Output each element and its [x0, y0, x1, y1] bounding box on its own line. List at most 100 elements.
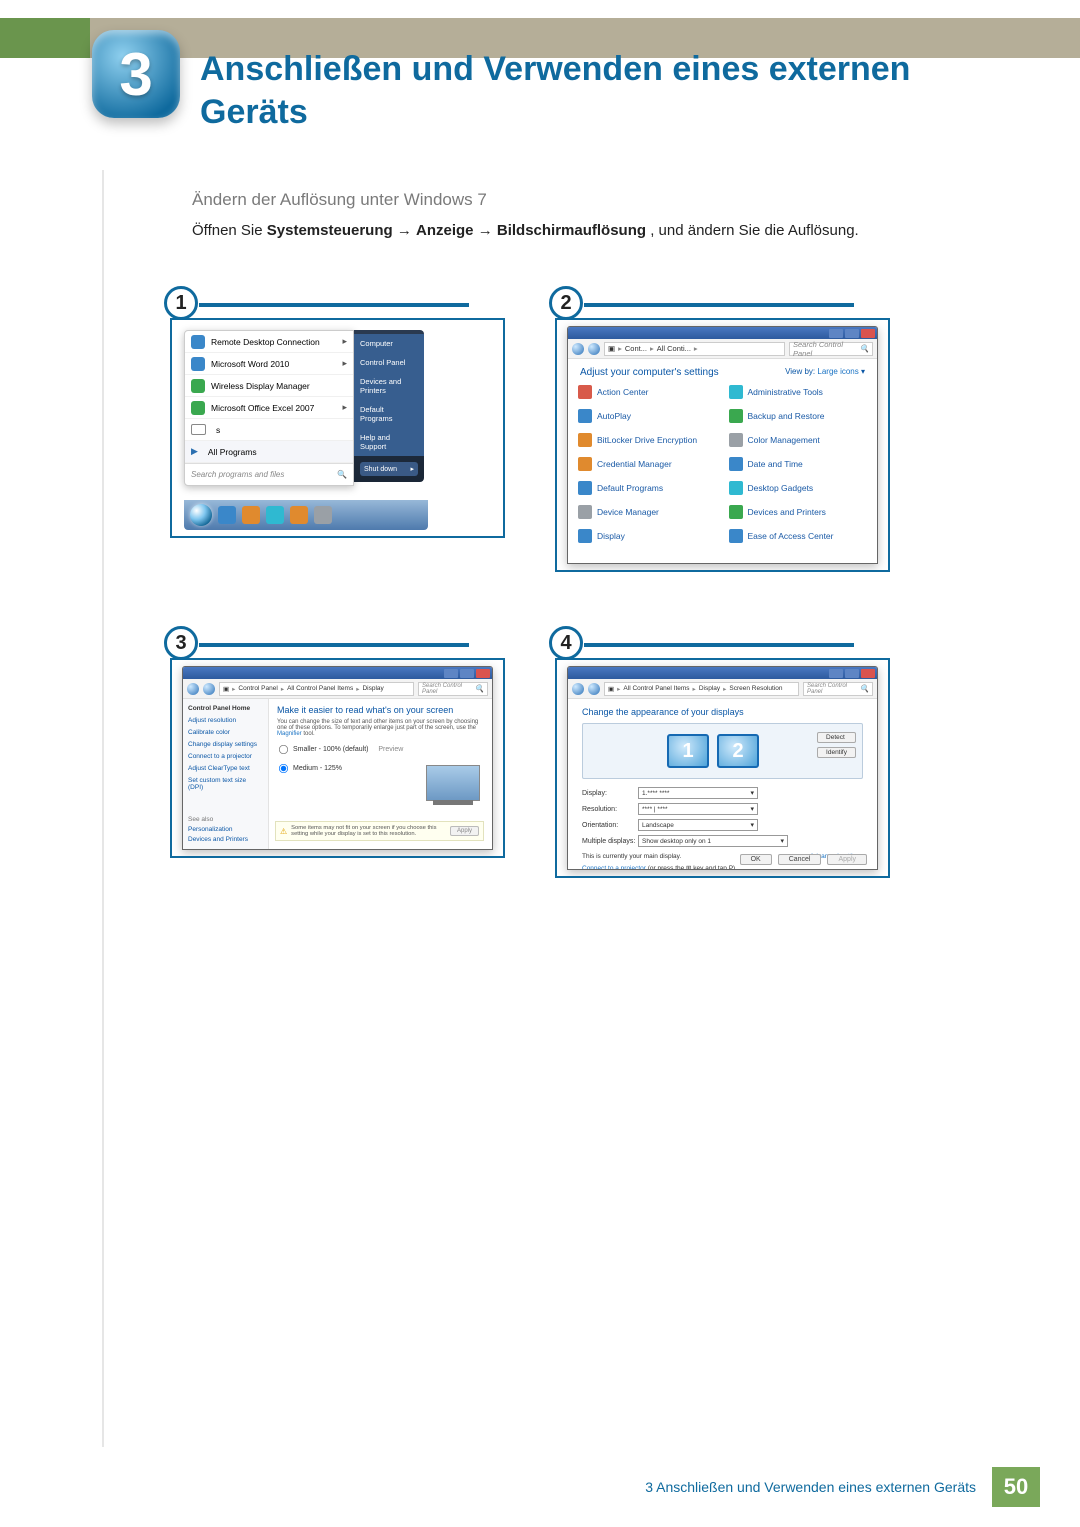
- maximize-button[interactable]: [460, 669, 474, 678]
- cp-display[interactable]: Display: [576, 526, 719, 546]
- start-right-help[interactable]: Help and Support: [354, 428, 424, 456]
- taskbar: [184, 500, 428, 530]
- search-icon: 🔍: [337, 470, 347, 479]
- cp-backup[interactable]: Backup and Restore: [727, 406, 870, 426]
- start-all-programs[interactable]: ▶All Programs: [185, 441, 353, 463]
- label-orientation: Orientation:: [582, 822, 638, 829]
- sidebar-cleartype[interactable]: Adjust ClearType text: [188, 765, 263, 772]
- sidebar-connect-projector[interactable]: Connect to a projector: [188, 753, 263, 760]
- res-search-input[interactable]: Search Control Panel🔍: [803, 682, 873, 696]
- magnifier-link[interactable]: Magnifier: [277, 731, 302, 737]
- back-button-icon[interactable]: [572, 343, 584, 355]
- default-programs-icon: [578, 481, 592, 495]
- sidebar-personalization[interactable]: Personalization: [188, 826, 263, 833]
- start-right-devices[interactable]: Devices and Printers: [354, 372, 424, 400]
- sidebar-change-display[interactable]: Change display settings: [188, 741, 263, 748]
- cp-search-input[interactable]: Search Control Panel🔍: [789, 342, 873, 356]
- start-item-wdm[interactable]: Wireless Display Manager: [185, 375, 353, 397]
- cp-viewby[interactable]: View by: Large icons ▾: [785, 367, 865, 378]
- taskbar-ie-icon-2[interactable]: [266, 506, 284, 524]
- display-description: You can change the size of text and othe…: [277, 719, 484, 737]
- cp-ease-access[interactable]: Ease of Access Center: [727, 526, 870, 546]
- cp-gadgets[interactable]: Desktop Gadgets: [727, 478, 870, 498]
- select-multiple-displays[interactable]: Show desktop only on 1▾: [638, 835, 788, 847]
- taskbar-media-icon[interactable]: [290, 506, 308, 524]
- display-search-input[interactable]: Search Control Panel🔍: [418, 682, 488, 696]
- start-right-controlpanel[interactable]: Control Panel: [354, 353, 424, 372]
- cp-bitlocker[interactable]: BitLocker Drive Encryption: [576, 430, 719, 450]
- cp-credential[interactable]: Credential Manager: [576, 454, 719, 474]
- cp-action-center[interactable]: Action Center: [576, 382, 719, 402]
- start-item-rdc[interactable]: Remote Desktop Connection▸: [185, 331, 353, 353]
- cp-autoplay[interactable]: AutoPlay: [576, 406, 719, 426]
- cancel-button[interactable]: Cancel: [778, 854, 822, 865]
- identify-button[interactable]: Identify: [817, 747, 856, 758]
- taskbar-folder-icon[interactable]: [242, 506, 260, 524]
- shutdown-button[interactable]: Shut down▸: [360, 462, 418, 476]
- monitor-1[interactable]: 1: [667, 734, 709, 768]
- cp-default-programs[interactable]: Default Programs: [576, 478, 719, 498]
- chevron-down-icon: ▾: [750, 805, 754, 813]
- start-menu-right: Computer Control Panel Devices and Print…: [354, 330, 424, 482]
- back-button-icon[interactable]: [187, 683, 199, 695]
- select-resolution[interactable]: **** | ****▾: [638, 803, 758, 815]
- cp-color-mgmt[interactable]: Color Management: [727, 430, 870, 450]
- maximize-button[interactable]: [845, 329, 859, 338]
- forward-button-icon[interactable]: [203, 683, 215, 695]
- page-footer: 3 Anschließen und Verwenden eines extern…: [645, 1467, 1040, 1507]
- start-item-word[interactable]: Microsoft Word 2010▸: [185, 353, 353, 375]
- color-icon: [729, 433, 743, 447]
- page-number: 50: [992, 1467, 1040, 1507]
- start-right-computer[interactable]: Computer: [354, 334, 424, 353]
- close-button[interactable]: [476, 669, 490, 678]
- radio-smaller[interactable]: Smaller - 100% (default) Preview: [277, 743, 484, 756]
- minimize-button[interactable]: [829, 329, 843, 338]
- warning-icon: ⚠: [280, 827, 287, 836]
- taskbar-app-icon[interactable]: [314, 506, 332, 524]
- chevron-right-icon: ▸: [342, 358, 347, 369]
- close-button[interactable]: [861, 329, 875, 338]
- ok-button[interactable]: OK: [740, 854, 772, 865]
- sidebar-custom-dpi[interactable]: Set custom text size (DPI): [188, 777, 263, 791]
- forward-button-icon[interactable]: [588, 683, 600, 695]
- connect-projector-link[interactable]: Connect to a projector: [582, 865, 646, 870]
- back-button-icon[interactable]: [572, 683, 584, 695]
- instruction-bold-1: Systemsteuerung: [267, 222, 393, 239]
- cp-admin-tools[interactable]: Administrative Tools: [727, 382, 870, 402]
- start-item-pinned[interactable]: s: [185, 419, 353, 441]
- select-orientation[interactable]: Landscape▾: [638, 819, 758, 831]
- monitor-2[interactable]: 2: [717, 734, 759, 768]
- start-item-excel[interactable]: Microsoft Office Excel 2007▸: [185, 397, 353, 419]
- forward-button-icon[interactable]: [588, 343, 600, 355]
- apply-button[interactable]: Apply: [450, 826, 479, 836]
- chevron-right-icon: ▸: [410, 465, 414, 473]
- apply-button[interactable]: Apply: [827, 854, 867, 865]
- display-arrangement[interactable]: 1 2 Detect Identify: [582, 723, 863, 779]
- cp-device-manager[interactable]: Device Manager: [576, 502, 719, 522]
- chevron-down-icon: ▾: [750, 789, 754, 797]
- taskbar-ie-icon[interactable]: [218, 506, 236, 524]
- breadcrumb[interactable]: ▣ ▸Control Panel ▸All Control Panel Item…: [219, 682, 414, 696]
- cp-viewby-value[interactable]: Large icons: [817, 367, 858, 376]
- maximize-button[interactable]: [845, 669, 859, 678]
- window-titlebar: [568, 667, 877, 679]
- minimize-button[interactable]: [444, 669, 458, 678]
- select-display[interactable]: 1.**** ****▾: [638, 787, 758, 799]
- breadcrumb[interactable]: ▣ ▸All Control Panel Items ▸Display ▸Scr…: [604, 682, 799, 696]
- sidebar-adjust-resolution[interactable]: Adjust resolution: [188, 717, 263, 724]
- sidebar-see-also: See also Personalization Devices and Pri…: [188, 816, 263, 843]
- start-orb-icon[interactable]: [190, 504, 212, 526]
- cp-devices-printers[interactable]: Devices and Printers: [727, 502, 870, 522]
- step-4-badge: 4: [549, 626, 583, 660]
- close-button[interactable]: [861, 669, 875, 678]
- sidebar-devices-printers[interactable]: Devices and Printers: [188, 836, 263, 843]
- sidebar-calibrate-color[interactable]: Calibrate color: [188, 729, 263, 736]
- cp-datetime[interactable]: Date and Time: [727, 454, 870, 474]
- blank-tile-icon: [191, 424, 206, 435]
- detect-button[interactable]: Detect: [817, 732, 856, 743]
- start-right-default[interactable]: Default Programs: [354, 400, 424, 428]
- breadcrumb[interactable]: ▣ ▸Cont... ▸All Conti... ▸: [604, 342, 785, 356]
- start-search-input[interactable]: Search programs and files🔍: [185, 463, 353, 485]
- wireless-display-icon: [191, 379, 205, 393]
- minimize-button[interactable]: [829, 669, 843, 678]
